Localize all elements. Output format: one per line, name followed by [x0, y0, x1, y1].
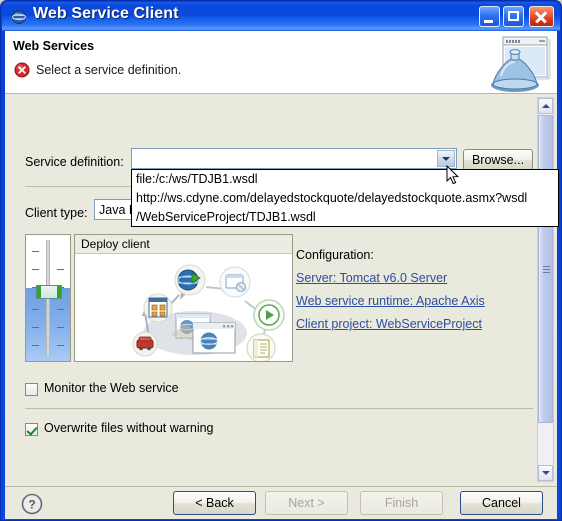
dialog-client-area: Web Services Select a service definition…	[5, 31, 559, 519]
slider-thumb[interactable]	[36, 285, 62, 299]
browse-button[interactable]: Browse...	[463, 149, 533, 171]
service-definition-combo[interactable]	[131, 148, 457, 169]
diagram-title: Deploy client	[81, 237, 150, 251]
cancel-button[interactable]: Cancel	[460, 491, 543, 515]
help-icon[interactable]: ?	[21, 493, 43, 515]
dropdown-option[interactable]: file:/c:/ws/TDJB1.wsdl	[132, 170, 558, 189]
deploy-client-diagram: Deploy client	[74, 234, 293, 362]
finish-button: Finish	[360, 491, 443, 515]
checkbox-label: Monitor the Web service	[44, 381, 179, 395]
config-link-server[interactable]: Server: Tomcat v6.0 Server	[296, 271, 447, 285]
service-definition-dropdown[interactable]: file:/c:/ws/TDJB1.wsdl http://ws.cdyne.c…	[131, 169, 559, 227]
chevron-down-icon[interactable]	[437, 150, 455, 167]
config-link-runtime[interactable]: Web service runtime: Apache Axis	[296, 294, 485, 308]
scrollbar-thumb[interactable]	[538, 115, 553, 423]
scroll-up-arrow-icon[interactable]	[538, 98, 553, 114]
error-circle-icon	[14, 62, 30, 78]
diagram-canvas	[132, 264, 285, 361]
wizard-header: Web Services Select a service definition…	[5, 31, 557, 94]
next-button: Next >	[265, 491, 348, 515]
service-definition-label: Service definition:	[25, 155, 124, 169]
checkbox-label: Overwrite files without warning	[44, 421, 214, 435]
window-title: Web Service Client	[33, 5, 179, 22]
minimize-button[interactable]	[479, 6, 500, 27]
client-type-label: Client type:	[25, 206, 88, 220]
checkbox-box[interactable]	[25, 383, 38, 396]
vertical-scrollbar[interactable]	[537, 97, 554, 482]
page-title: Web Services	[13, 39, 95, 53]
window-titlebar[interactable]: Web Service Client	[2, 2, 560, 31]
dropdown-option[interactable]: http://ws.cdyne.com/delayedstockquote/de…	[132, 189, 558, 208]
service-generation-slider[interactable]	[25, 234, 71, 362]
back-button[interactable]: < Back	[173, 491, 256, 515]
dropdown-option[interactable]: /WebServiceProject/TDJB1.wsdl	[132, 208, 558, 226]
status-message: Select a service definition.	[36, 63, 182, 77]
scroll-down-arrow-icon[interactable]	[538, 465, 553, 481]
maximize-button[interactable]	[503, 6, 524, 27]
checkbox-box[interactable]	[25, 423, 38, 436]
svg-text:?: ?	[28, 498, 35, 512]
config-link-client-project[interactable]: Client project: WebServiceProject	[296, 317, 482, 331]
web-service-banner-icon	[491, 36, 551, 92]
dialog-window: Web Service Client Web Services Select a…	[0, 0, 562, 521]
configuration-label: Configuration:	[296, 248, 374, 262]
globe-icon	[12, 10, 26, 24]
close-button[interactable]	[529, 6, 554, 27]
section-divider	[25, 408, 533, 409]
dialog-button-bar: ? < Back Next > Finish Cancel	[5, 486, 557, 519]
